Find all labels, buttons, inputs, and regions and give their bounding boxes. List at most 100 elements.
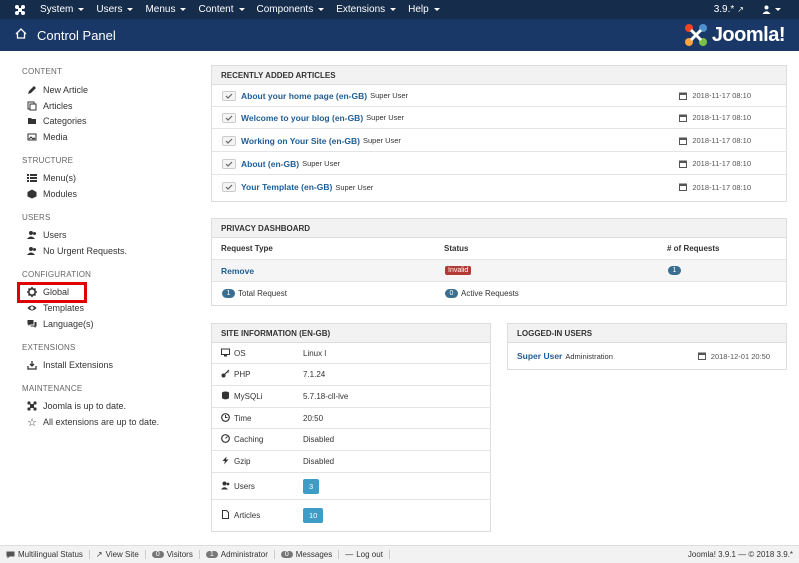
info-row: Articles 10 [212, 500, 490, 530]
admin-label: Administrator [220, 550, 268, 559]
upload-icon [27, 360, 37, 370]
info-label: Gzip [234, 457, 251, 466]
eye-icon [27, 303, 37, 313]
logged-user-link[interactable]: Super User [517, 351, 562, 361]
article-link[interactable]: Your Template (en-GB) [241, 182, 332, 192]
sidebar-section-content: CONTENT [22, 67, 63, 76]
panel-title: LOGGED-IN USERS [508, 324, 786, 343]
menu-components[interactable]: Components [257, 4, 325, 15]
minus-icon: — [345, 550, 354, 559]
sidebar-item-extensions-uptodate[interactable]: ☆ All extensions are up to date. [27, 417, 159, 429]
users-count-badge[interactable]: 3 [303, 478, 320, 494]
total-badge: 1 [222, 288, 235, 298]
info-row: OS Linux l [212, 343, 490, 364]
menu-components-label: Components [256, 4, 314, 15]
info-value: Linux l [303, 348, 327, 358]
sidebar-item-label: No Urgent Requests. [43, 246, 128, 256]
sidebar-item-modules[interactable]: Modules [27, 189, 77, 199]
check-icon[interactable] [222, 158, 236, 169]
check-icon[interactable] [222, 90, 236, 101]
site-version-link[interactable]: 3.9.* ↗ [714, 4, 744, 15]
comments-icon [27, 319, 37, 329]
sidebar-section-structure: STRUCTURE [22, 156, 74, 165]
info-row: Caching Disabled [212, 429, 490, 451]
visitors[interactable]: 0 Visitors [146, 550, 200, 559]
col-status: Status [444, 244, 469, 253]
sidebar-item-label: Categories [43, 116, 87, 126]
menu-menus[interactable]: Menus [145, 4, 187, 15]
chevron-down-icon [390, 8, 397, 11]
dashboard-icon [221, 434, 230, 445]
documents-icon [27, 101, 37, 111]
menu-system[interactable]: System [40, 4, 85, 15]
page-title: Control Panel [37, 28, 116, 43]
page-header: Control Panel Joomla! [0, 19, 799, 51]
chevron-down-icon [78, 8, 85, 11]
sidebar-item-label: Media [43, 132, 68, 142]
article-author: Super User [370, 91, 409, 100]
article-date: 2018-11-17 08:10 [679, 159, 751, 168]
multilingual-status[interactable]: Multilingual Status [0, 550, 90, 559]
article-link[interactable]: About your home page (en-GB) [241, 91, 367, 101]
sidebar-item-install-extensions[interactable]: Install Extensions [27, 360, 113, 370]
article-link[interactable]: Welcome to your blog (en-GB) [241, 113, 363, 123]
image-icon [27, 132, 37, 142]
version-footer: Joomla! 3.9.1 — © 2018 3.9.* [687, 550, 793, 559]
total-requests: 1 Total Request [222, 288, 287, 298]
sidebar-item-templates[interactable]: Templates [27, 303, 84, 313]
chevron-down-icon [238, 8, 245, 11]
sidebar-item-languages[interactable]: Language(s) [27, 319, 94, 329]
info-label: Time [234, 413, 252, 423]
count-badge: 1 [668, 266, 681, 275]
sidebar-item-articles[interactable]: Articles [27, 101, 73, 111]
article-link[interactable]: About (en-GB) [241, 159, 299, 169]
multilingual-label: Multilingual Status [18, 550, 83, 559]
visitors-count: 0 [151, 551, 164, 558]
joomla-logo-icon[interactable] [13, 3, 27, 16]
messages[interactable]: 0 Messages [275, 550, 340, 559]
users-icon [27, 230, 37, 240]
user-menu[interactable] [762, 5, 781, 14]
sidebar-section-configuration: CONFIGURATION [22, 270, 92, 279]
recent-articles-panel: RECENTLY ADDED ARTICLES About your home … [211, 65, 787, 202]
info-value: Disabled [303, 435, 335, 444]
messages-count: 0 [280, 551, 293, 558]
sidebar-item-categories[interactable]: Categories [27, 116, 87, 126]
logout-link[interactable]: — Log out [339, 550, 390, 559]
info-label: Articles [234, 510, 261, 520]
sidebar-item-users[interactable]: Users [27, 230, 67, 240]
article-date: 2018-11-17 08:10 [679, 91, 751, 100]
menu-menus-label: Menus [145, 4, 176, 15]
menu-content[interactable]: Content [198, 4, 245, 15]
article-link[interactable]: Working on Your Site (en-GB) [241, 136, 360, 146]
check-icon[interactable] [222, 112, 236, 123]
view-site-label: View Site [105, 550, 139, 559]
joomla-brand-icon [684, 24, 707, 46]
chevron-down-icon [127, 8, 134, 11]
monitor-icon [221, 348, 230, 359]
menu-extensions[interactable]: Extensions [336, 4, 397, 15]
view-site-link[interactable]: ↗ View Site [90, 550, 146, 559]
info-label: PHP [234, 370, 251, 379]
menu-content-label: Content [198, 4, 234, 15]
administrators[interactable]: 1 Administrator [200, 550, 275, 559]
check-icon[interactable] [222, 182, 236, 192]
sidebar-section-maintenance: MAINTENANCE [22, 384, 83, 393]
sidebar-item-label: New Article [43, 85, 89, 95]
file-icon [221, 509, 230, 521]
check-icon[interactable] [222, 135, 236, 146]
menu-help[interactable]: Help [408, 4, 440, 15]
version-label: 3.9.* [713, 4, 735, 15]
sidebar-item-urgent-requests[interactable]: No Urgent Requests. [27, 246, 127, 256]
sidebar-item-new-article[interactable]: New Article [27, 85, 88, 95]
menu-users[interactable]: Users [96, 4, 134, 15]
active-requests: 0 Active Requests [445, 288, 519, 298]
info-row: Time 20:50 [212, 408, 490, 429]
sidebar-item-menus[interactable]: Menu(s) [27, 173, 76, 183]
articles-count-badge[interactable]: 10 [303, 507, 324, 523]
request-type-link[interactable]: Remove [221, 266, 254, 276]
sidebar-item-joomla-uptodate[interactable]: Joomla is up to date. [27, 401, 126, 411]
sidebar-item-media[interactable]: Media [27, 132, 68, 142]
sidebar-item-label: Modules [43, 189, 78, 199]
home-icon [15, 28, 27, 41]
